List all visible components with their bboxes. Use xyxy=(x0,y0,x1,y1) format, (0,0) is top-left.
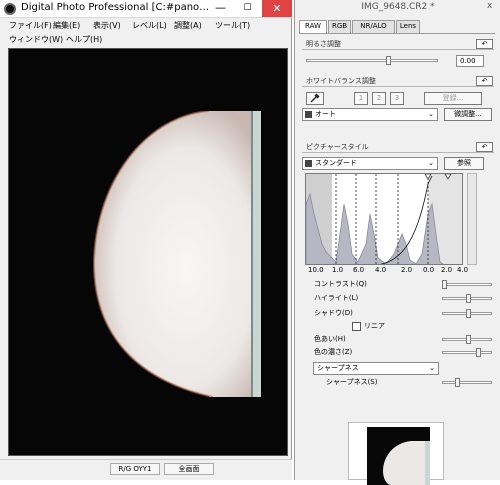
eyedropper-button[interactable] xyxy=(306,92,324,105)
menu-file[interactable]: ファイル(F) xyxy=(9,20,52,32)
linear-checkbox[interactable] xyxy=(352,322,361,331)
hue-slider-thumb[interactable] xyxy=(466,335,471,344)
picture-style-select[interactable]: スタンダード ⌄ xyxy=(302,157,438,170)
camera-icon xyxy=(305,111,312,118)
contrast-slider-track[interactable] xyxy=(442,283,492,286)
wb-fine-tune-button[interactable]: 微調整... xyxy=(444,108,492,121)
tone-curve-histogram[interactable] xyxy=(305,173,463,265)
histogram-scrollbar[interactable] xyxy=(467,173,477,265)
shadow-slider-thumb[interactable] xyxy=(466,309,471,318)
menu-tools[interactable]: ツール(T) xyxy=(215,20,250,32)
menu-edit[interactable]: 編集(E) xyxy=(53,20,80,32)
tab-lens[interactable]: Lens xyxy=(396,20,420,33)
photo-image xyxy=(91,111,261,397)
palette-close-icon[interactable]: x xyxy=(487,1,492,11)
picture-style-reset-button[interactable]: ↶ xyxy=(476,142,493,152)
title-bar: Digital Photo Professional [C:#pano… — ☐… xyxy=(0,0,292,18)
wb-preset-2-button[interactable]: 2 xyxy=(372,92,386,105)
main-window: Digital Photo Professional [C:#pano… — ☐… xyxy=(0,0,292,480)
chevron-down-icon: ⌄ xyxy=(428,159,434,167)
axis-label: 4.0 xyxy=(457,266,469,274)
picture-style-header: ピクチャースタイル xyxy=(302,142,494,153)
menu-bar: ファイル(F) 編集(E) 表示(V) レベル(L) 調整(A) ツール(T) xyxy=(0,20,292,32)
close-button[interactable]: ✕ xyxy=(262,0,292,17)
axis-label: 1.0 xyxy=(332,266,344,274)
menu-level[interactable]: レベル(L) xyxy=(132,20,167,32)
white-balance-header: ホワイトバランス調整 xyxy=(302,76,494,87)
sharpness-label: シャープネス(S) xyxy=(326,378,378,386)
tab-raw[interactable]: RAW xyxy=(299,20,327,33)
wb-mode-value: オート xyxy=(315,110,336,118)
status-mode-field[interactable]: 全画面 xyxy=(164,463,214,475)
picture-style-value: スタンダード xyxy=(315,159,357,167)
maximize-button[interactable]: ☐ xyxy=(234,0,261,17)
axis-label: 2.0 xyxy=(401,266,413,274)
axis-label: 6.0 xyxy=(353,266,365,274)
brightness-reset-button[interactable]: ↶ xyxy=(476,39,493,49)
white-balance-label: ホワイトバランス調整 xyxy=(306,77,376,85)
chevron-down-icon: ⌄ xyxy=(428,110,434,118)
brightness-label: 明るさ調整 xyxy=(306,40,341,48)
menu-view[interactable]: 表示(V) xyxy=(93,20,121,32)
image-viewer[interactable] xyxy=(8,48,288,456)
wb-register-button[interactable]: 登録... xyxy=(424,92,482,105)
brightness-slider-track[interactable] xyxy=(306,59,438,62)
tab-divider xyxy=(299,33,495,34)
linear-label: リニア xyxy=(364,322,385,330)
sharpness-slider-thumb[interactable] xyxy=(455,378,460,387)
axis-label: 0.0 xyxy=(423,266,435,274)
menu-adjust[interactable]: 調整(A) xyxy=(174,20,202,32)
sharpness-slider-track[interactable] xyxy=(442,381,492,384)
brightness-slider-thumb[interactable] xyxy=(386,56,391,65)
status-bar: R/G OYY1 全画面 xyxy=(0,459,292,480)
brightness-value-field[interactable]: 0.00 xyxy=(456,55,484,67)
saturation-slider-track[interactable] xyxy=(442,351,492,354)
saturation-label: 色の濃さ(Z) xyxy=(314,348,353,356)
wb-preset-1-button[interactable]: 1 xyxy=(354,92,368,105)
contrast-label: コントラスト(Q) xyxy=(314,280,367,288)
axis-label: 4.0 xyxy=(375,266,387,274)
picture-style-browse-button[interactable]: 参照 xyxy=(444,157,484,170)
menu-bar-row2: ウィンドウ(W) ヘルプ(H) xyxy=(0,34,292,46)
palette-title: IMG_9648.CR2 * xyxy=(361,2,435,12)
minimize-button[interactable]: — xyxy=(207,0,234,17)
navigator-thumbnail[interactable] xyxy=(348,422,444,485)
shadow-label: シャドウ(D) xyxy=(314,309,353,317)
contrast-slider-thumb[interactable] xyxy=(442,280,447,289)
wb-mode-select[interactable]: オート ⌄ xyxy=(302,108,438,121)
brightness-header: 明るさ調整 xyxy=(302,39,494,50)
menu-help[interactable]: ヘルプ(H) xyxy=(66,34,102,46)
highlight-slider-thumb[interactable] xyxy=(466,294,471,303)
wb-preset-3-button[interactable]: 3 xyxy=(390,92,404,105)
white-balance-reset-button[interactable]: ↶ xyxy=(476,76,493,86)
camera-icon xyxy=(305,160,312,167)
tab-rgb[interactable]: RGB xyxy=(328,20,351,33)
axis-label: 10.0 xyxy=(308,266,324,274)
sharpness-mode-value: シャープネス xyxy=(317,364,359,372)
highlight-label: ハイライト(L) xyxy=(314,294,359,302)
eyedropper-icon xyxy=(310,93,320,103)
picture-style-label: ピクチャースタイル xyxy=(306,143,369,151)
thumbnail-image xyxy=(367,427,430,485)
menu-window[interactable]: ウィンドウ(W) xyxy=(9,34,63,46)
sharpness-mode-select[interactable]: シャープネス ⌄ xyxy=(313,362,439,375)
app-logo-icon xyxy=(4,3,16,15)
chevron-down-icon: ⌄ xyxy=(429,364,435,372)
tab-nr-alo[interactable]: NR/ALO xyxy=(352,20,395,33)
status-zoom-field: R/G OYY1 xyxy=(110,463,160,475)
window-title: Digital Photo Professional [C:#pano… xyxy=(21,2,210,13)
saturation-slider-thumb[interactable] xyxy=(476,348,481,357)
hue-label: 色あい(H) xyxy=(314,335,346,343)
axis-label: 2.0 xyxy=(441,266,453,274)
histogram-axis: 10.0 1.0 6.0 4.0 2.0 0.0 2.0 4.0 xyxy=(305,266,469,276)
